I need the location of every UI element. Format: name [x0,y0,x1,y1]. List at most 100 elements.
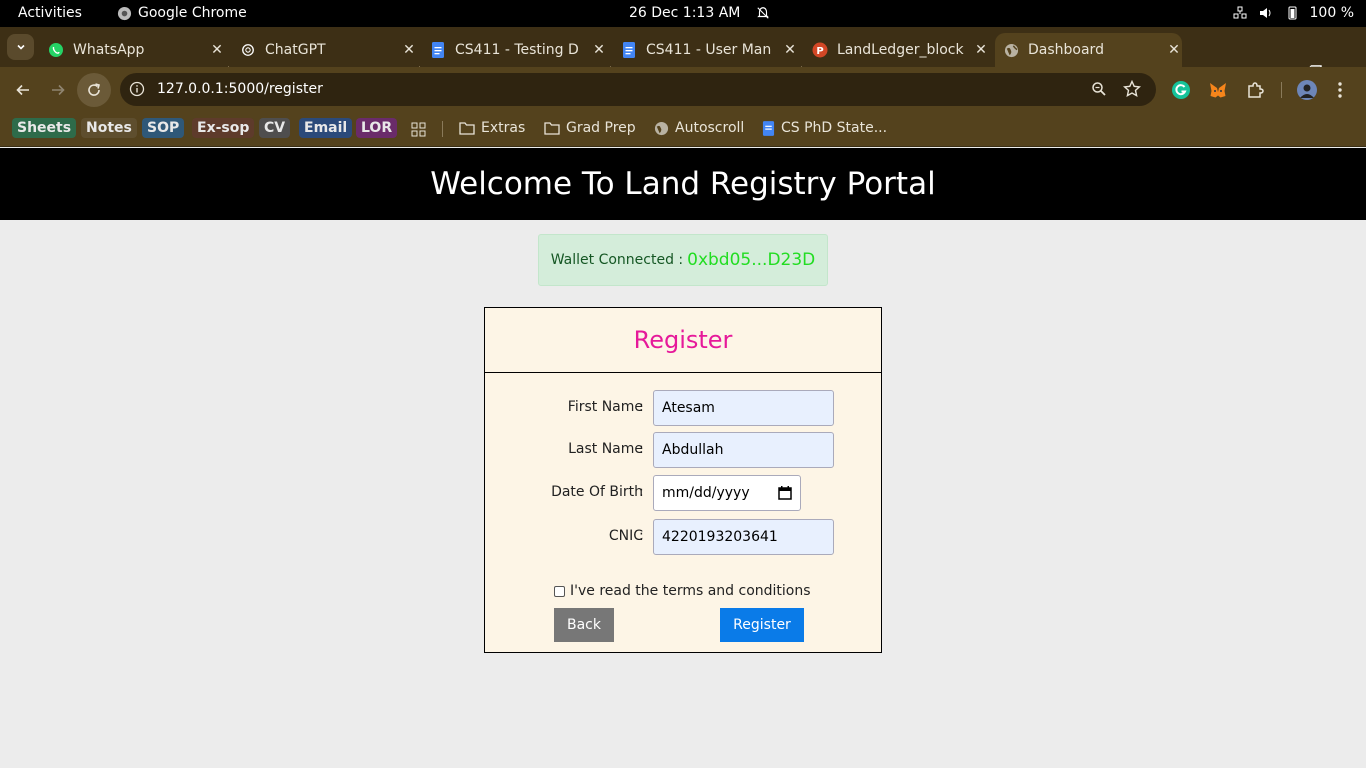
docs-icon [621,42,637,58]
tab-dashboard[interactable]: Dashboard ✕ [995,33,1182,67]
close-icon[interactable]: ✕ [973,42,989,58]
tab-label: Dashboard [1028,42,1104,58]
colon: : [639,399,644,415]
bookmark-cv[interactable]: CV [259,118,291,138]
dob-placeholder: mm/dd/yyyy [662,485,750,501]
bookmark-email[interactable]: Email [299,118,353,138]
page-title: Welcome To Land Registry Portal [0,148,1366,220]
bookmark-ex-sop[interactable]: Ex-sop [192,118,255,138]
tab-chatgpt[interactable]: ChatGPT ✕ [232,33,417,67]
volume-icon [1259,8,1271,18]
network-icon [1233,6,1247,19]
colon: : [639,484,644,500]
whatsapp-icon [48,42,64,58]
notifications-muted-icon[interactable] [756,6,770,20]
terms-checkbox[interactable] [554,585,565,597]
bookmark-sop[interactable]: SOP [142,118,185,138]
bookmark-notes[interactable]: Notes [81,118,137,138]
grammarly-icon[interactable] [1171,80,1191,100]
address-bar[interactable]: 127.0.0.1:5000/register [120,73,1156,106]
cnic-input[interactable] [653,519,834,555]
system-top-bar: Activities Google Chrome 26 Dec 1:13 AM … [0,0,1366,27]
tab-label: LandLedger_block [837,42,964,58]
arrow-left-icon [16,84,29,96]
bookmark-folder-grad-prep[interactable]: Grad Prep [544,118,636,138]
docs-icon [762,120,775,136]
activities-button[interactable]: Activities [18,5,82,21]
terms-label[interactable]: I've read the terms and conditions [570,583,811,599]
wallet-label: Wallet Connected : [550,252,684,268]
tab-whatsapp[interactable]: WhatsApp ✕ [40,33,225,67]
register-button[interactable]: Register [720,608,804,642]
clock[interactable]: 26 Dec 1:13 AM [629,5,740,21]
system-tray[interactable]: 100 % [1232,5,1354,21]
first-name-row: First Name : [485,390,881,426]
globe-icon [654,121,669,135]
chrome-icon [117,6,132,20]
tab-label: ChatGPT [265,42,326,58]
forward-button[interactable] [43,75,73,105]
first-name-label: First Name [567,399,643,415]
svg-text:P: P [816,46,823,57]
bookmark-autoscroll[interactable]: Autoscroll [654,118,744,138]
colon: : [639,441,644,457]
back-button[interactable]: Back [554,608,614,642]
last-name-row: Last Name : [485,432,881,468]
folder-icon [459,122,475,135]
app-name: Google Chrome [138,5,247,21]
bookmark-cs-phd-statement[interactable]: CS PhD State... [762,118,887,138]
battery-percentage: 100 % [1309,5,1354,21]
slides-icon: P [812,42,828,58]
close-icon[interactable]: ✕ [782,42,798,58]
tab-strip: WhatsApp ✕ ChatGPT ✕ CS411 - Testing D ✕… [0,27,1366,87]
last-name-label: Last Name [568,441,643,457]
bookmark-folder-extras[interactable]: Extras [459,118,525,138]
bookmarks-bar: Sheets Notes SOP Ex-sop CV Email LOR Ext… [0,112,1366,147]
back-button[interactable] [8,75,38,105]
cnic-label: CNIC [608,528,643,544]
extensions-puzzle-icon[interactable] [1245,80,1265,100]
globe-icon [1003,42,1019,58]
tab-cs411-user-manual[interactable]: CS411 - User Man ✕ [613,33,798,67]
close-icon[interactable]: ✕ [591,42,607,58]
reload-icon [88,83,100,96]
bookmark-label: CS PhD State... [781,120,888,136]
terms-row: I've read the terms and conditions [554,583,811,599]
reload-button[interactable] [77,73,111,107]
browser-toolbar: 127.0.0.1:5000/register [0,67,1366,112]
bookmark-sheets[interactable]: Sheets [12,118,77,138]
dob-label: Date Of Birth [551,484,643,500]
bookmark-label: Extras [481,120,526,136]
apps-grid-icon[interactable] [411,122,426,137]
wallet-address: 0xbd05...D23D [687,250,816,270]
close-icon[interactable]: ✕ [1166,42,1182,58]
wallet-status-alert: Wallet Connected : 0xbd05...D23D [538,234,828,286]
profile-avatar[interactable] [1297,80,1317,100]
dob-input[interactable]: mm/dd/yyyy [653,475,801,511]
bookmark-lor[interactable]: LOR [356,118,398,138]
bookmark-star-icon[interactable] [1123,80,1141,98]
app-menu[interactable]: Google Chrome [117,5,247,21]
arrow-right-icon [52,84,65,96]
site-info-icon[interactable] [129,81,145,97]
close-icon[interactable]: ✕ [209,42,225,58]
calendar-icon[interactable] [778,486,792,500]
url-text[interactable]: 127.0.0.1:5000/register [157,81,323,97]
folder-icon [544,122,560,135]
tab-search-button[interactable] [7,34,34,60]
tab-label: CS411 - Testing D [455,42,579,58]
menu-kebab-icon[interactable] [1330,80,1350,100]
close-icon[interactable]: ✕ [401,42,417,58]
chatgpt-icon [240,42,256,58]
tab-cs411-testing[interactable]: CS411 - Testing D ✕ [422,33,607,67]
tab-label: CS411 - User Man [646,42,772,58]
first-name-input[interactable] [653,390,834,426]
tab-label: WhatsApp [73,42,145,58]
chevron-down-icon [16,44,25,50]
metamask-icon[interactable] [1208,80,1228,100]
tab-landledger[interactable]: P LandLedger_block ✕ [804,33,989,67]
colon: : [639,528,644,544]
battery-icon [1288,6,1297,20]
last-name-input[interactable] [653,432,834,468]
zoom-icon[interactable] [1091,81,1107,97]
